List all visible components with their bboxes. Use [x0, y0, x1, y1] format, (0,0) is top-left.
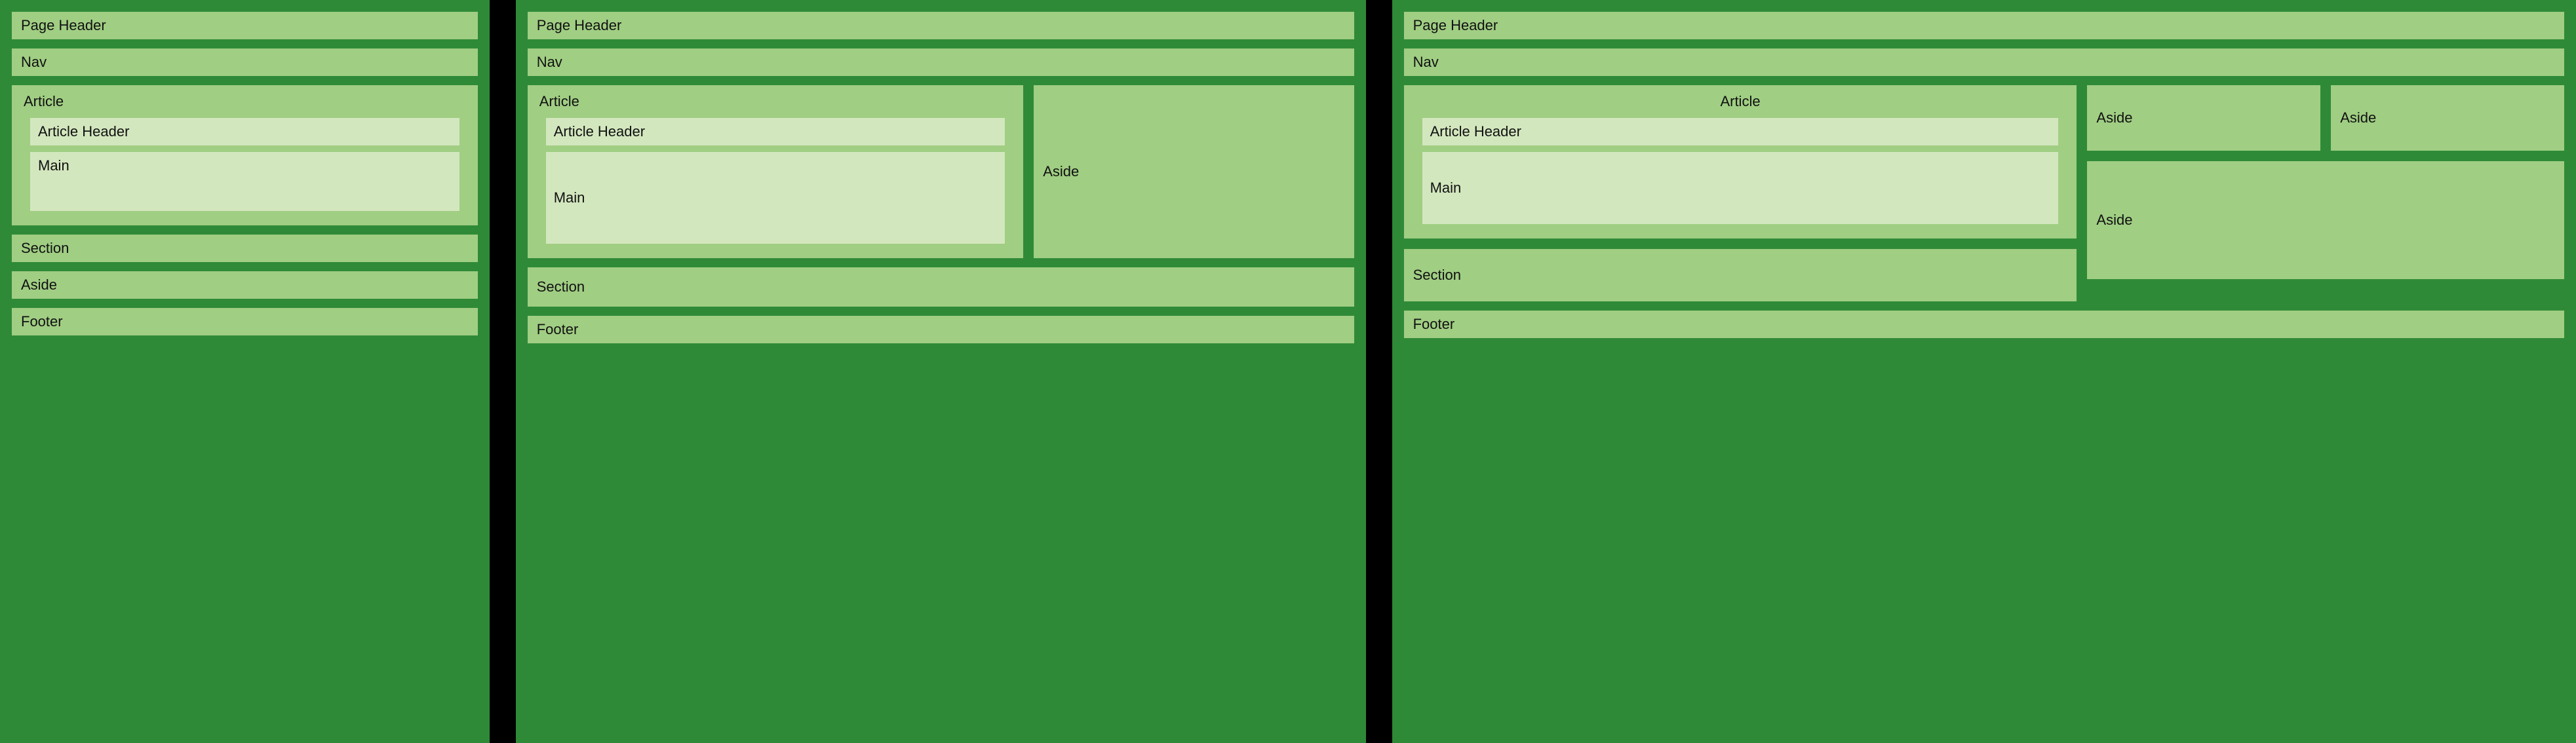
page-header-region: Page Header — [1404, 12, 2564, 39]
aside-region: Aside — [2331, 85, 2564, 151]
nav-region: Nav — [12, 48, 478, 76]
main-region: Main — [1422, 152, 2059, 224]
layout-panel-medium: Page Header Nav Article Article Header M… — [516, 0, 1366, 743]
section-region: Section — [12, 235, 478, 262]
footer-region: Footer — [1404, 311, 2564, 338]
article-region: Article Article Header Main — [1404, 85, 2077, 238]
main-region: Main — [30, 152, 459, 211]
main-region: Main — [546, 152, 1005, 244]
article-label: Article — [1413, 90, 2068, 111]
section-region: Section — [1404, 249, 2077, 301]
article-header-region: Article Header — [30, 118, 459, 145]
article-label: Article — [21, 90, 469, 111]
article-header-region: Article Header — [1422, 118, 2059, 145]
page-header-region: Page Header — [528, 12, 1354, 39]
footer-region: Footer — [528, 316, 1354, 343]
content-row: Article Article Header Main Section Asid… — [1404, 85, 2564, 301]
article-aside-row: Article Article Header Main Aside — [528, 85, 1354, 258]
nav-region: Nav — [528, 48, 1354, 76]
article-region: Article Article Header Main — [528, 85, 1024, 258]
right-column: Aside Aside Aside — [2087, 85, 2564, 301]
left-column: Article Article Header Main Section — [1404, 85, 2077, 301]
section-region: Section — [528, 267, 1354, 307]
layout-panel-wide: Page Header Nav Article Article Header M… — [1392, 0, 2576, 743]
footer-region: Footer — [12, 308, 478, 335]
nav-region: Nav — [1404, 48, 2564, 76]
aside-region: Aside — [2087, 161, 2564, 279]
aside-region: Aside — [2087, 85, 2320, 151]
aside-top-row: Aside Aside — [2087, 85, 2564, 151]
aside-region: Aside — [12, 271, 478, 299]
page-header-region: Page Header — [12, 12, 478, 39]
layout-panel-narrow: Page Header Nav Article Article Header M… — [0, 0, 490, 743]
article-label: Article — [537, 90, 1015, 111]
article-header-region: Article Header — [546, 118, 1005, 145]
aside-region: Aside — [1034, 85, 1354, 258]
article-region: Article Article Header Main — [12, 85, 478, 225]
